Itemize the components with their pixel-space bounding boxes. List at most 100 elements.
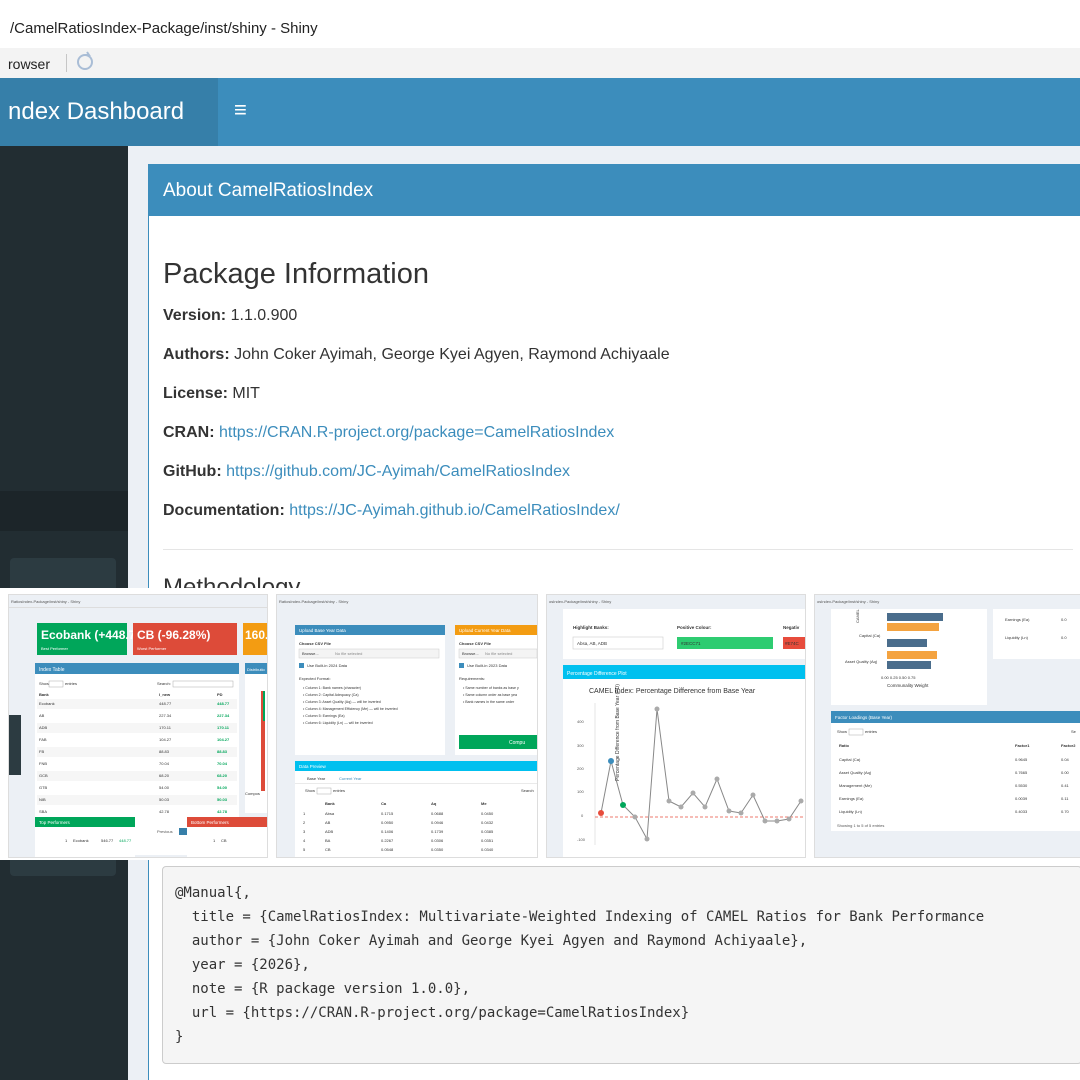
svg-text:entries: entries (333, 788, 345, 793)
table-cell: 0.0450 (481, 811, 494, 816)
svg-text:Use Built-in 2024 Data: Use Built-in 2024 Data (307, 663, 348, 668)
table-cell: AB (39, 713, 45, 718)
dashboard-screenshot-graphic: RatiosIndex-Package/inst/shiny - Shiny E… (9, 595, 267, 857)
table-cell: 0.1715 (381, 811, 394, 816)
screenshot-strip: RatiosIndex-Package/inst/shiny - Shiny E… (0, 588, 1080, 860)
svg-text:Bottom Performers: Bottom Performers (191, 820, 230, 825)
svg-text:0.0: 0.0 (1061, 617, 1067, 622)
svg-text:Factor Loadings (Base Year): Factor Loadings (Base Year) (835, 715, 893, 720)
svg-text:Choose CSV File: Choose CSV File (299, 641, 332, 646)
svg-text:-100: -100 (577, 837, 586, 842)
open-in-browser-button[interactable]: rowser (8, 56, 50, 72)
list-item: • Column 4: Management Efficiency (Me) —… (303, 707, 398, 711)
svg-text:Upload Current Year Data: Upload Current Year Data (459, 628, 511, 633)
version-value: 1.1.0.900 (230, 307, 298, 324)
svg-text:Factor2: Factor2 (1061, 743, 1076, 748)
table-cell: GCB (39, 773, 48, 778)
svg-text:Capital (Ca): Capital (Ca) (859, 633, 881, 638)
list-item: • Column 3: Asset Quality (Aq) — will be… (303, 700, 381, 704)
table-cell: 88.83 (159, 749, 170, 754)
github-row: GitHub: https://github.com/JC-Ayimah/Cam… (163, 463, 570, 481)
window-titlebar: /CamelRatiosIndex-Package/inst/shiny - S… (0, 0, 1080, 49)
svg-text:Worst Performer: Worst Performer (137, 646, 167, 651)
svg-text:Browse...: Browse... (302, 651, 319, 656)
sidebar-band (0, 491, 128, 531)
svg-text:No file selected: No file selected (485, 651, 512, 656)
table-header: Me (481, 801, 487, 806)
table-cell: 68.20 (159, 773, 170, 778)
documentation-label: Documentation: (163, 502, 285, 519)
table-cell: FB (39, 749, 44, 754)
svg-text:100: 100 (577, 789, 584, 794)
svg-text:RatiosIndex-Package/inst/shiny: RatiosIndex-Package/inst/shiny - Shiny (279, 599, 348, 604)
documentation-link[interactable]: https://JC-Ayimah.github.io/CamelRatiosI… (289, 502, 620, 519)
list-item: • Column 2: Capital Adequacy (Ca) (303, 693, 359, 697)
list-item: • Same number of banks as base y (463, 686, 519, 690)
pd-plot-screenshot-graphic: osIndex-Package/inst/shiny - Shiny Highl… (547, 595, 805, 857)
license-value: MIT (232, 385, 260, 402)
table-cell: Absa (325, 811, 335, 816)
github-link[interactable]: https://github.com/JC-Ayimah/CamelRatios… (226, 463, 570, 480)
cran-link[interactable]: https://CRAN.R-project.org/package=Camel… (219, 424, 614, 441)
svg-text:RatiosIndex-Package/inst/shiny: RatiosIndex-Package/inst/shiny - Shiny (11, 599, 80, 604)
screenshot-pd-plot[interactable]: osIndex-Package/inst/shiny - Shiny Highl… (546, 594, 806, 858)
table-cell: Capital (Ca) (839, 757, 861, 762)
svg-text:Show: Show (305, 788, 315, 793)
svg-text:Negativ: Negativ (783, 625, 800, 630)
table-cell: AB (325, 820, 331, 825)
table-cell: ADB (39, 725, 48, 730)
table-cell: 54.00 (217, 785, 228, 790)
hamburger-icon[interactable]: ≡ (234, 97, 247, 123)
table-cell: 0.0548 (381, 847, 394, 852)
svg-text:#2ECC71: #2ECC71 (681, 641, 701, 646)
license-label: License: (163, 385, 228, 402)
table-cell: 0.0385 (481, 829, 494, 834)
table-cell: CB (325, 847, 331, 852)
svg-text:Previous: Previous (157, 829, 173, 834)
table-cell: 170.11 (159, 725, 172, 730)
table-cell: FAB (39, 737, 47, 742)
section-divider (163, 549, 1073, 550)
svg-text:Current Year: Current Year (339, 776, 362, 781)
citation-line: year = {2026}, (175, 957, 310, 973)
dashboard-logo: ndex Dashboard (0, 78, 218, 146)
svg-text:200: 200 (577, 766, 584, 771)
table-cell: 0.00 (1061, 770, 1070, 775)
table-cell: 68.20 (217, 773, 228, 778)
svg-text:Compu: Compu (509, 740, 525, 746)
table-cell: Management (Me) (839, 783, 872, 788)
citation-code-block: @Manual{, title = {CamelRatiosIndex: Mul… (162, 866, 1080, 1064)
github-label: GitHub: (163, 463, 222, 480)
list-item: • Bank names in the same order (463, 700, 515, 704)
table-cell: GTB (39, 785, 48, 790)
cran-label: CRAN: (163, 424, 215, 441)
svg-text:Ecobank: Ecobank (73, 838, 89, 843)
citation-line: title = {CamelRatiosIndex: Multivariate-… (175, 909, 985, 925)
svg-text:I_new: I_new (159, 692, 171, 697)
table-header: Aq (431, 801, 437, 806)
factor-screenshot-graphic: osIndex-Package/inst/shiny - Shiny CAMEL… (815, 595, 1080, 857)
about-box-title: About CamelRatiosIndex (163, 180, 374, 201)
table-row-stripe (37, 795, 237, 805)
table-cell: 70.04 (217, 761, 228, 766)
screenshot-dashboard[interactable]: RatiosIndex-Package/inst/shiny - Shiny E… (8, 594, 268, 858)
svg-text:Factor1: Factor1 (1015, 743, 1030, 748)
table-cell: 0.0351 (481, 838, 494, 843)
table-cell: 50.03 (159, 797, 170, 802)
svg-text:Ecobank (+448.77: Ecobank (+448.77 (41, 628, 142, 642)
table-cell: SBA (39, 809, 47, 814)
svg-text:Base Year: Base Year (307, 776, 326, 781)
requirements-list: • Same number of banks as base y • Same c… (463, 686, 519, 704)
screenshot-factor-loadings[interactable]: osIndex-Package/inst/shiny - Shiny CAMEL… (814, 594, 1080, 858)
table-cell: 170.11 (217, 725, 230, 730)
svg-text:Requirements:: Requirements: (459, 676, 485, 681)
reload-icon[interactable] (74, 51, 96, 73)
table-cell: 0.0340 (481, 847, 494, 852)
svg-text:entries: entries (865, 729, 877, 734)
table-cell: FNB (39, 761, 47, 766)
table-cell: 227.34 (159, 713, 172, 718)
screenshot-upload[interactable]: RatiosIndex-Package/inst/shiny - Shiny U… (276, 594, 538, 858)
svg-text:Search: Search (521, 788, 534, 793)
table-row-stripe (37, 723, 237, 733)
table-cell: 0.11 (1061, 796, 1069, 801)
